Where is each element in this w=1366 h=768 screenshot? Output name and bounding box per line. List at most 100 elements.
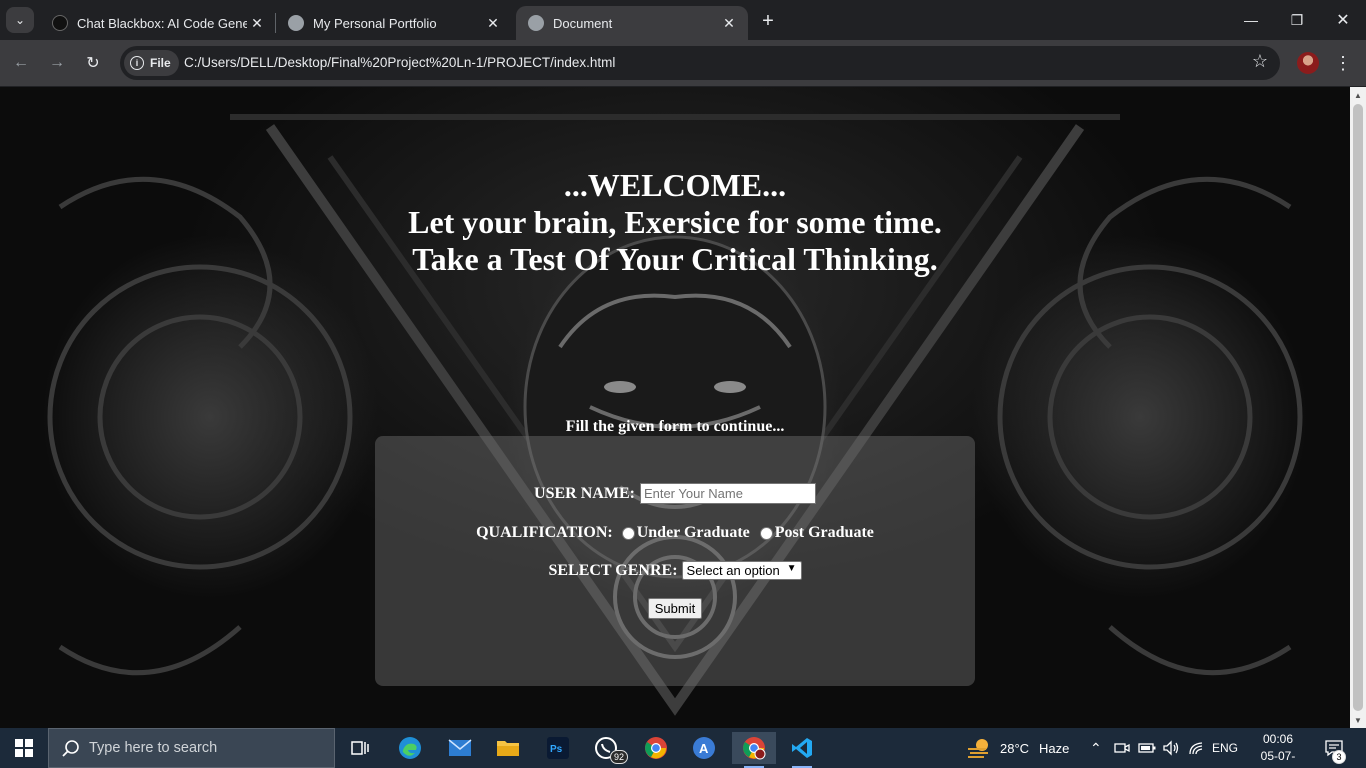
tab-title: Document	[553, 15, 613, 31]
battery-icon[interactable]	[1138, 728, 1156, 768]
clock-date: 05-07-2024	[1260, 749, 1296, 768]
edge-icon	[399, 737, 421, 759]
taskbar-search[interactable]: Type here to search	[48, 728, 335, 768]
search-placeholder: Type here to search	[89, 740, 218, 756]
page-scrollbar[interactable]: ▲ ▼	[1350, 87, 1366, 728]
mail-app[interactable]	[440, 732, 480, 764]
qualification-label: QUALIFICATION:	[476, 524, 613, 541]
form-prompt: Fill the given form to continue...	[565, 418, 785, 435]
welcome-subtitle: Let your brain, Exersice for some time.	[408, 204, 942, 240]
photoshop-app[interactable]: Ps	[538, 732, 578, 764]
scroll-down-arrow-icon[interactable]: ▼	[1350, 712, 1366, 728]
file-explorer-app[interactable]	[488, 732, 528, 764]
genre-select[interactable]: Select an option ▼	[681, 561, 802, 580]
vscode-app[interactable]	[782, 732, 822, 768]
chevron-down-icon: ⌄	[14, 13, 26, 27]
genre-row: SELECT GENRE: Select an option ▼	[375, 561, 975, 580]
svg-text:A: A	[699, 741, 709, 756]
haze-weather-icon	[968, 739, 988, 758]
tab-search-button[interactable]: ⌄	[6, 7, 34, 33]
user-name-input[interactable]	[639, 483, 816, 504]
close-tab-icon[interactable]: ✕	[248, 14, 266, 32]
tab-my-personal-portfolio[interactable]: My Personal Portfolio ✕	[276, 6, 512, 40]
task-view-button[interactable]	[340, 732, 380, 764]
genre-label: SELECT GENRE:	[548, 561, 678, 579]
volume-icon[interactable]	[1162, 728, 1180, 768]
language-indicator[interactable]: ENG	[1212, 728, 1238, 768]
app-installer[interactable]: A	[684, 732, 724, 764]
info-icon: i	[130, 56, 144, 70]
clock-time: 00:06	[1262, 732, 1294, 746]
post-graduate-radio[interactable]	[759, 526, 773, 540]
taskbar-clock[interactable]: 00:06 05-07-2024	[1248, 731, 1308, 768]
tab-title: My Personal Portfolio	[313, 15, 437, 31]
user-name-label: USER NAME:	[534, 484, 635, 502]
welcome-heading: ...WELCOME... Let your brain, Exersice f…	[0, 167, 1350, 278]
show-hidden-icons-button[interactable]: ⌃	[1090, 728, 1102, 768]
vscode-icon	[792, 738, 812, 758]
folder-icon	[497, 741, 519, 756]
reload-button[interactable]: ↻	[80, 50, 106, 76]
welcome-tagline: Take a Test Of Your Critical Thinking.	[412, 241, 938, 277]
tab-document[interactable]: Document ✕	[516, 6, 748, 40]
submit-row: Submit	[375, 598, 975, 619]
minimize-button[interactable]: —	[1228, 0, 1274, 40]
under-graduate-label[interactable]: Under Graduate	[637, 524, 750, 542]
back-button[interactable]: ←	[8, 50, 34, 76]
speaker-icon	[1163, 740, 1179, 756]
task-view-icon	[351, 741, 369, 755]
windows-taskbar: Type here to search Ps 92 A 28°C Haze ⌃ …	[0, 728, 1366, 768]
under-graduate-radio[interactable]	[621, 526, 635, 540]
restore-button[interactable]: ❐	[1274, 0, 1320, 40]
genre-selected-value: Select an option	[686, 563, 780, 578]
chrome-profile-app[interactable]	[732, 732, 776, 768]
tab-chat-blackbox[interactable]: Chat Blackbox: AI Code Generat ✕	[40, 6, 276, 40]
welcome-title: ...WELCOME...	[563, 167, 787, 203]
scheme-label: File	[150, 56, 171, 70]
network-icon[interactable]	[1188, 728, 1206, 768]
chrome-app[interactable]	[636, 732, 676, 764]
site-info-chip[interactable]: i File	[124, 50, 179, 76]
weather-temperature: 28°C	[1000, 740, 1030, 756]
scroll-up-arrow-icon[interactable]: ▲	[1350, 87, 1366, 103]
close-tab-icon[interactable]: ✕	[720, 14, 738, 32]
globe-icon	[288, 15, 304, 31]
chrome-icon	[645, 737, 667, 759]
post-graduate-label[interactable]: Post Graduate	[775, 524, 874, 542]
forward-button[interactable]: →	[44, 50, 70, 76]
url-text[interactable]: C:/Users/DELL/Desktop/Final%20Project%20…	[184, 55, 615, 70]
bookmark-star-icon[interactable]: ☆	[1252, 51, 1268, 72]
close-tab-icon[interactable]: ✕	[484, 14, 502, 32]
start-button[interactable]	[0, 728, 48, 768]
globe-icon	[528, 15, 544, 31]
page-viewport: ...WELCOME... Let your brain, Exersice f…	[0, 87, 1350, 728]
chevron-down-icon: ▼	[786, 563, 797, 574]
meet-now-icon[interactable]	[1114, 728, 1130, 768]
chevron-up-icon: ⌃	[1090, 739, 1102, 756]
submit-button[interactable]: Submit	[647, 598, 703, 619]
language-label: ENG	[1212, 741, 1239, 755]
camera-icon	[1114, 743, 1130, 753]
notification-center-button[interactable]: 3	[1324, 728, 1346, 768]
tab-strip: ⌄ Chat Blackbox: AI Code Generat ✕ My Pe…	[0, 0, 1366, 40]
windows-logo-icon	[15, 739, 33, 757]
profile-avatar[interactable]	[1297, 52, 1319, 74]
browser-menu-icon[interactable]: ⋮	[1334, 52, 1352, 74]
wifi-icon	[1189, 742, 1203, 755]
search-icon	[62, 740, 79, 757]
address-bar[interactable]: i File C:/Users/DELL/Desktop/Final%20Pro…	[120, 46, 1280, 80]
close-window-button[interactable]: ✕	[1320, 0, 1366, 40]
weather-widget[interactable]: 28°C Haze	[966, 728, 1069, 768]
whatsapp-app[interactable]: 92	[586, 732, 628, 764]
mail-icon	[448, 739, 472, 756]
edge-app[interactable]	[390, 732, 430, 764]
photoshop-icon: Ps	[547, 737, 569, 759]
new-tab-button[interactable]: +	[756, 9, 780, 33]
user-name-row: USER NAME:	[375, 483, 975, 504]
qualification-row: QUALIFICATION: Under Graduate Post Gradu…	[375, 524, 975, 542]
chrome-profile-icon	[743, 737, 766, 760]
tab-title: Chat Blackbox: AI Code Generat	[77, 15, 247, 31]
battery-icon-glyph	[1138, 743, 1156, 753]
scroll-thumb[interactable]	[1353, 104, 1363, 711]
svg-text:Ps: Ps	[550, 744, 563, 755]
